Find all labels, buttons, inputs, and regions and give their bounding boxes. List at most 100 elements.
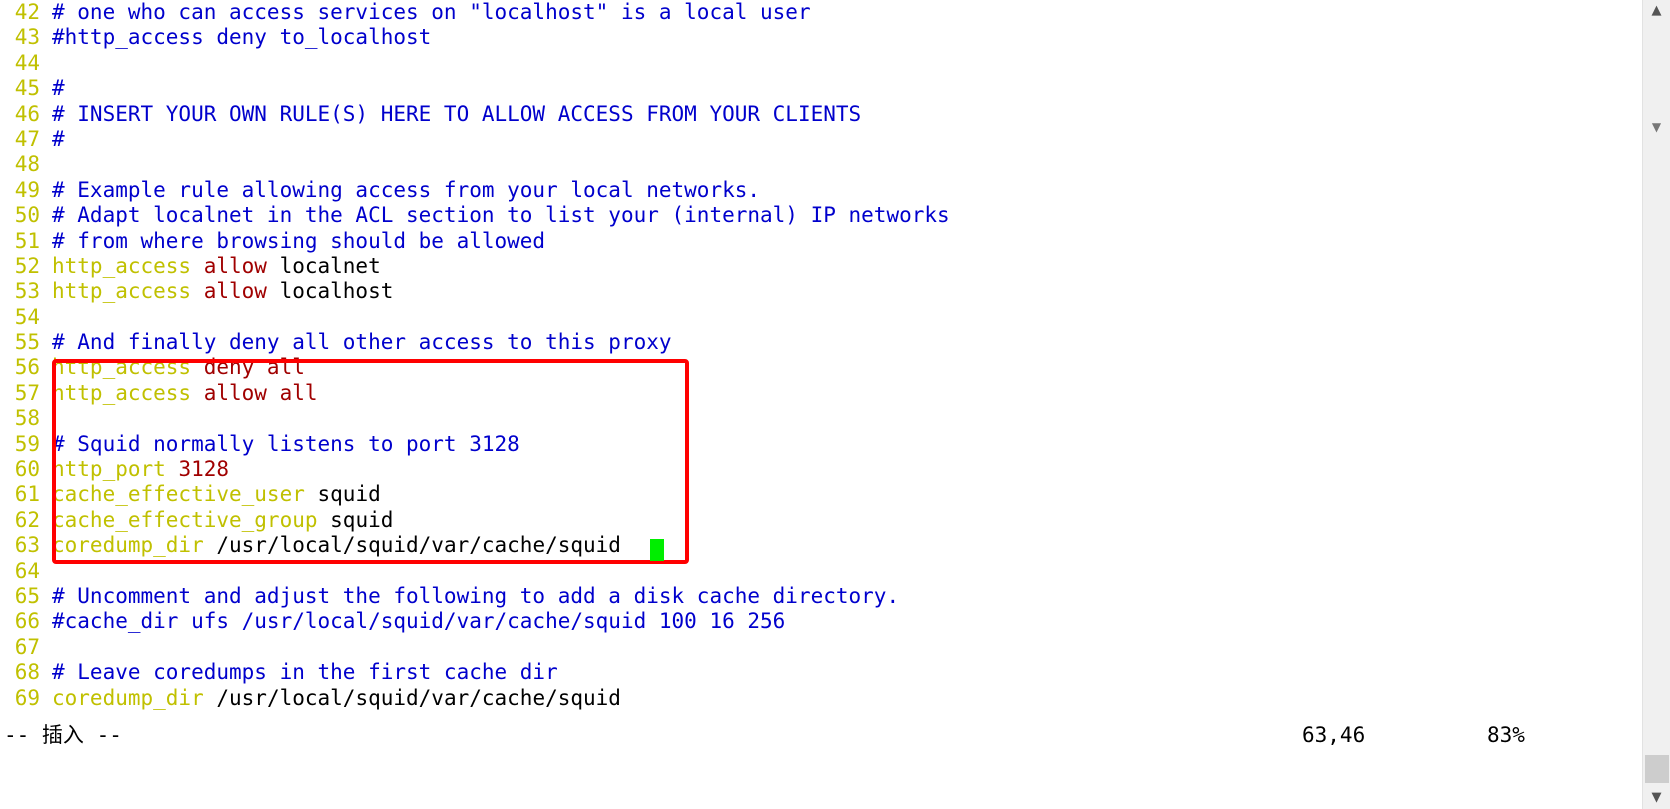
code-line[interactable]: 63 coredump_dir /usr/local/squid/var/cach…	[0, 533, 1640, 558]
code-line[interactable]: 54	[0, 305, 1640, 330]
code-line[interactable]: 47 #	[0, 127, 1640, 152]
code-token: coredump_dir	[52, 685, 217, 710]
code-line[interactable]: 49 # Example rule allowing access from yo…	[0, 178, 1640, 203]
code-token: http_access	[52, 279, 204, 304]
code-token: #cache_dir ufs /usr/local/squid/var/cach…	[52, 609, 786, 634]
vim-status-bar: -- 插入 -- 63,46 83%	[0, 714, 1640, 756]
line-number: 66	[14, 609, 40, 634]
code-token: # Squid normally listens to port 3128	[52, 431, 520, 456]
code-line[interactable]: 68 # Leave coredumps in the first cache d…	[0, 660, 1640, 685]
code-line[interactable]: 67	[0, 635, 1640, 660]
code-line[interactable]: 59 # Squid normally listens to port 3128	[0, 432, 1640, 457]
code-token: http_access	[52, 380, 204, 405]
vertical-scrollbar[interactable]: ▲ ▼ ▼	[1642, 0, 1670, 809]
line-number: 46	[14, 101, 40, 126]
code-token: allow	[203, 279, 280, 304]
line-number: 52	[14, 253, 40, 278]
code-token: # from where browsing should be allowed	[52, 228, 546, 253]
line-number: 51	[14, 228, 40, 253]
code-token: coredump_dir	[52, 533, 217, 558]
code-token: #	[52, 126, 65, 151]
code-line[interactable]: 42 # one who can access services on "loca…	[0, 0, 1640, 25]
line-number: 63	[14, 533, 40, 558]
code-token: allow all	[203, 380, 318, 405]
code-line[interactable]: 50 # Adapt localnet in the ACL section to…	[0, 203, 1640, 228]
code-line[interactable]: 48	[0, 152, 1640, 177]
line-number: 49	[14, 177, 40, 202]
code-line[interactable]: 65 # Uncomment and adjust the following t…	[0, 584, 1640, 609]
line-number: 59	[14, 431, 40, 456]
text-cursor	[650, 539, 664, 561]
line-number: 56	[14, 355, 40, 380]
code-line[interactable]: 51 # from where browsing should be allowe…	[0, 229, 1640, 254]
code-token: # INSERT YOUR OWN RULE(S) HERE TO ALLOW …	[52, 101, 862, 126]
code-token: # And finally deny all other access to t…	[52, 330, 672, 355]
code-line[interactable]: 46 # INSERT YOUR OWN RULE(S) HERE TO ALLO…	[0, 102, 1640, 127]
code-token: 3128	[178, 457, 230, 482]
code-token: # Adapt localnet in the ACL section to l…	[52, 203, 950, 228]
scroll-track-mark-icon: ▼	[1651, 120, 1662, 134]
code-line[interactable]: 44	[0, 51, 1640, 76]
line-number: 57	[14, 380, 40, 405]
code-line[interactable]: 55 # And finally deny all other access to…	[0, 330, 1640, 355]
line-number: 54	[14, 304, 40, 329]
code-line[interactable]: 56 http_access deny all	[0, 355, 1640, 380]
code-line[interactable]: 57 http_access allow all	[0, 381, 1640, 406]
code-token: squid	[317, 482, 381, 507]
code-line[interactable]: 45 #	[0, 76, 1640, 101]
code-line[interactable]: 61 cache_effective_user squid	[0, 482, 1640, 507]
line-number: 53	[14, 279, 40, 304]
line-number: 50	[14, 203, 40, 228]
line-number: 42	[14, 0, 40, 24]
code-token: cache_effective_group	[52, 507, 331, 532]
line-number: 45	[14, 76, 40, 101]
code-line[interactable]: 53 http_access allow localhost	[0, 279, 1640, 304]
code-line[interactable]: 64	[0, 559, 1640, 584]
code-token: squid	[330, 507, 394, 532]
line-number: 64	[14, 558, 40, 583]
line-number: 44	[14, 50, 40, 75]
code-line[interactable]: 52 http_access allow localnet	[0, 254, 1640, 279]
code-token: # Uncomment and adjust the following to …	[52, 583, 900, 608]
line-number: 67	[14, 634, 40, 659]
line-number: 61	[14, 482, 40, 507]
code-token: # Example rule allowing access from your…	[52, 177, 761, 202]
code-token: # Leave coredumps in the first cache dir	[52, 660, 558, 685]
code-token: http_access	[52, 253, 204, 278]
line-number: 47	[14, 126, 40, 151]
line-number: 68	[14, 660, 40, 685]
code-line[interactable]: 58	[0, 406, 1640, 431]
code-token: http_port	[52, 457, 179, 482]
scroll-up-arrow-icon[interactable]: ▲	[1643, 0, 1670, 22]
scroll-down-arrow-icon[interactable]: ▼	[1643, 787, 1670, 809]
code-line[interactable]: 60 http_port 3128	[0, 457, 1640, 482]
code-token: # one who can access services on "localh…	[52, 0, 811, 24]
line-number: 48	[14, 152, 40, 177]
line-number: 62	[14, 507, 40, 532]
status-mode-label: -- 插入 --	[4, 723, 122, 747]
code-token: allow	[203, 253, 280, 278]
code-token: #	[52, 76, 65, 101]
code-line[interactable]: 62 cache_effective_group squid	[0, 508, 1640, 533]
code-line[interactable]: 43 #http_access deny to_localhost	[0, 25, 1640, 50]
code-token: deny all	[203, 355, 305, 380]
code-token: localhost	[279, 279, 394, 304]
code-token: /usr/local/squid/var/cache/squid	[216, 533, 621, 558]
vim-editor-window: 42 # one who can access services on "loca…	[0, 0, 1670, 809]
code-editor-area[interactable]: 42 # one who can access services on "loca…	[0, 0, 1640, 714]
code-line[interactable]: 69 coredump_dir /usr/local/squid/var/cach…	[0, 686, 1640, 711]
code-token: localnet	[279, 253, 381, 278]
code-token: #http_access deny to_localhost	[52, 25, 432, 50]
line-number: 58	[14, 406, 40, 431]
line-number: 43	[14, 25, 40, 50]
status-cursor-position: 63,46	[1302, 723, 1366, 747]
line-number: 69	[14, 685, 40, 710]
line-number: 55	[14, 330, 40, 355]
code-token: cache_effective_user	[52, 482, 318, 507]
code-line[interactable]: 66 #cache_dir ufs /usr/local/squid/var/ca…	[0, 609, 1640, 634]
status-file-percent: 83%	[1487, 723, 1525, 747]
scrollbar-thumb[interactable]	[1645, 755, 1669, 783]
line-number: 65	[14, 583, 40, 608]
code-token: http_access	[52, 355, 204, 380]
line-number: 60	[14, 457, 40, 482]
